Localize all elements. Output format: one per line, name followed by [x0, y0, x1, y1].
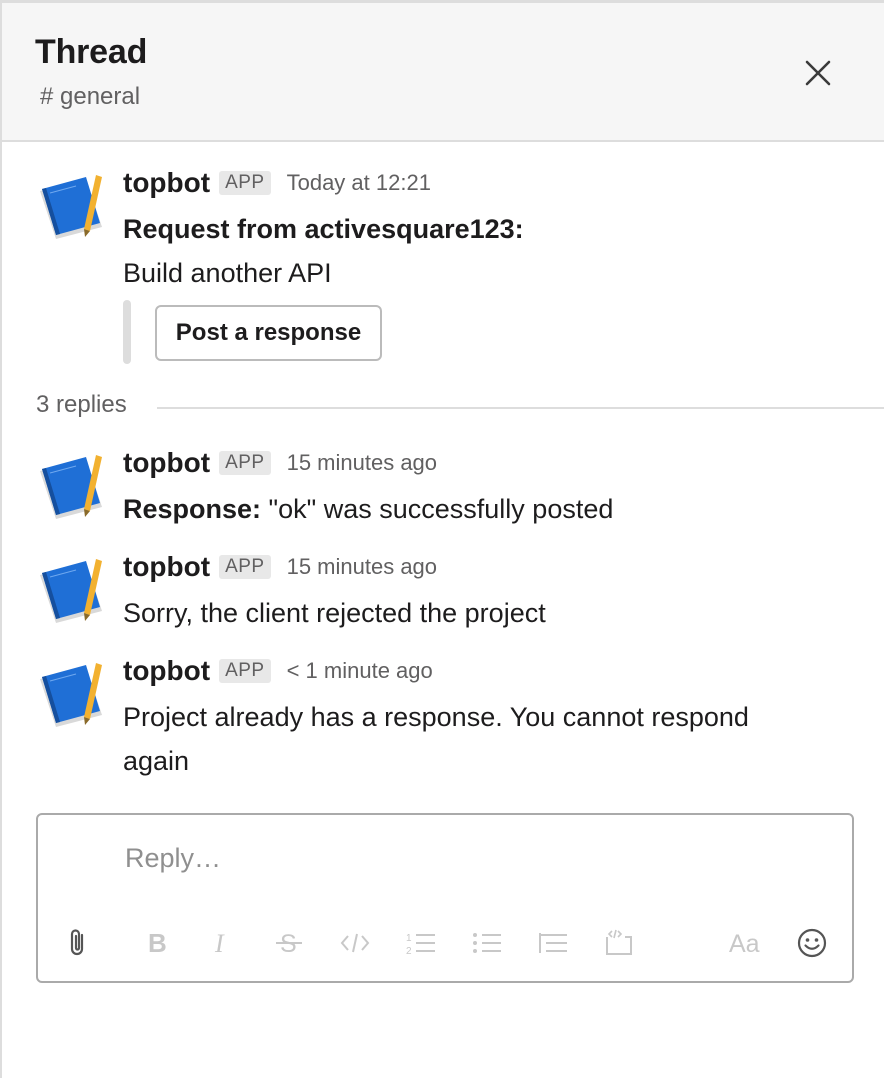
format-toggle-icon[interactable]: Aa	[728, 925, 764, 961]
quote-icon[interactable]	[535, 925, 571, 961]
bold-icon[interactable]: B	[139, 925, 175, 961]
message-text: Request from activesquare123:	[123, 207, 524, 251]
author-name[interactable]: topbot	[123, 551, 210, 583]
svg-text:B: B	[148, 929, 167, 957]
post-response-button[interactable]: Post a response	[155, 305, 382, 361]
attachment-bar	[123, 300, 131, 364]
code-block-icon[interactable]	[601, 925, 637, 961]
message-meta: topbot APP 15 minutes ago	[123, 447, 437, 479]
svg-text:1: 1	[406, 933, 412, 944]
bot-avatar[interactable]	[36, 451, 108, 523]
ordered-list-icon[interactable]: 12	[403, 925, 439, 961]
timestamp[interactable]: 15 minutes ago	[287, 450, 437, 476]
bot-avatar[interactable]	[36, 171, 108, 243]
author-name[interactable]: topbot	[123, 655, 210, 687]
timestamp[interactable]: Today at 12:21	[287, 170, 431, 196]
bot-avatar[interactable]	[36, 555, 108, 627]
code-icon[interactable]	[337, 925, 373, 961]
thread-panel: Thread # general topbot APP Today at 12:…	[0, 0, 884, 1078]
app-badge: APP	[219, 555, 271, 579]
replies-divider	[157, 407, 884, 409]
app-badge: APP	[219, 659, 271, 683]
svg-text:2: 2	[406, 946, 412, 956]
message-meta: topbot APP Today at 12:21	[123, 167, 431, 199]
italic-icon[interactable]: I	[203, 925, 239, 961]
message-text: Build another API	[123, 258, 332, 288]
message-meta: topbot APP 15 minutes ago	[123, 551, 437, 583]
message-text: Response: "ok" was successfully posted	[123, 487, 613, 531]
timestamp[interactable]: 15 minutes ago	[287, 554, 437, 580]
channel-link[interactable]: # general	[40, 83, 140, 111]
close-icon[interactable]	[798, 53, 838, 93]
message-meta: topbot APP < 1 minute ago	[123, 655, 433, 687]
request-heading: Request from activesquare123:	[123, 214, 524, 244]
app-badge: APP	[219, 451, 271, 475]
svg-text:Aa: Aa	[729, 930, 760, 957]
app-badge: APP	[219, 171, 271, 195]
strikethrough-icon[interactable]: S	[271, 925, 307, 961]
reply-composer[interactable]: Reply… B I S 12 Aa	[36, 813, 854, 983]
thread-title: Thread	[35, 33, 148, 71]
svg-text:I: I	[214, 929, 225, 957]
bot-avatar[interactable]	[36, 659, 108, 731]
message-text: Sorry, the client rejected the project	[123, 598, 546, 628]
replies-count: 3 replies	[36, 391, 127, 418]
emoji-icon[interactable]	[794, 925, 830, 961]
response-label: Response:	[123, 494, 262, 524]
response-text: "ok" was successfully posted	[261, 494, 614, 524]
paperclip-icon[interactable]	[60, 925, 96, 961]
author-name[interactable]: topbot	[123, 447, 210, 479]
bullet-list-icon[interactable]	[469, 925, 505, 961]
reply-input[interactable]: Reply…	[125, 843, 221, 874]
message-text: again	[123, 746, 190, 776]
timestamp[interactable]: < 1 minute ago	[287, 658, 433, 684]
thread-header: Thread # general	[2, 3, 884, 142]
author-name[interactable]: topbot	[123, 167, 210, 199]
message-text: Project already has a response. You cann…	[123, 702, 749, 732]
